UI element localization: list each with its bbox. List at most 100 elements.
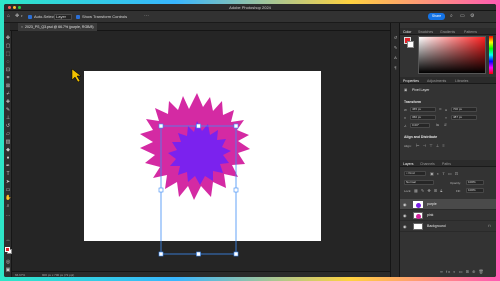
auto-select-checkbox[interactable]	[28, 15, 32, 19]
flip-vertical-icon[interactable]: ⇵	[444, 123, 447, 127]
tab-swatches[interactable]: Swatches	[418, 30, 433, 34]
character-icon[interactable]: A	[393, 55, 398, 60]
quick-mask-icon[interactable]: ◎	[5, 259, 11, 265]
transform-handle[interactable]	[158, 251, 164, 257]
link-icon[interactable]: ∞	[439, 107, 442, 111]
edit-toolbar-icon[interactable]: ↔	[5, 237, 11, 243]
hue-slider[interactable]	[489, 36, 493, 74]
path-select-tool-icon[interactable]: ➤	[5, 179, 11, 185]
screen-mode-icon[interactable]: ▣	[5, 267, 11, 273]
kind-filter-dropdown[interactable]: ⌕ Kind	[404, 171, 426, 176]
transform-handle[interactable]	[233, 251, 239, 257]
color-picker-field[interactable]	[418, 36, 486, 74]
show-transform-checkbox[interactable]	[76, 15, 80, 19]
tab-patterns[interactable]: Patterns	[464, 30, 477, 34]
auto-select-dropdown[interactable]: Layer	[54, 14, 72, 20]
tab-color[interactable]: Color	[403, 30, 411, 34]
gradient-tool-icon[interactable]: ▥	[5, 139, 11, 145]
marquee-tool-icon[interactable]: ⬚	[5, 51, 11, 57]
blend-mode-dropdown[interactable]: Normal	[404, 180, 434, 185]
move-tool-icon[interactable]: ✥	[5, 35, 11, 41]
layer-row-pink[interactable]: ◉ pink	[400, 210, 496, 221]
eraser-tool-icon[interactable]: ▱	[5, 131, 11, 137]
transform-handle[interactable]	[196, 251, 201, 257]
visibility-eye-icon[interactable]: ◉	[403, 224, 407, 229]
zoom-level[interactable]: 66.67%	[15, 273, 25, 277]
x-field[interactable]: 360 px	[410, 115, 436, 120]
canvas-area[interactable]	[12, 31, 390, 271]
layer-name[interactable]: pink	[427, 213, 433, 217]
zoom-tool-icon[interactable]: ⌕	[5, 203, 11, 209]
document-canvas[interactable]	[12, 31, 390, 271]
frame-tool-icon[interactable]: ⊠	[5, 83, 11, 89]
transform-handle[interactable]	[158, 123, 164, 129]
y-field[interactable]: 487 px	[451, 115, 477, 120]
brush-tool-icon[interactable]: ✎	[5, 107, 11, 113]
tab-adjustments[interactable]: Adjustments	[427, 79, 446, 83]
history-brush-tool-icon[interactable]: ↺	[5, 123, 11, 129]
lock-icon[interactable]: ⊓	[488, 224, 491, 228]
layer-filter-icons[interactable]: ▣ ◐ T ▭ ⊡	[430, 171, 459, 176]
share-button[interactable]: Share	[428, 13, 445, 20]
healing-brush-tool-icon[interactable]: ✚	[5, 99, 11, 105]
width-field[interactable]: 465 px	[410, 107, 436, 112]
eyedropper-tool-icon[interactable]: ⌿	[5, 91, 11, 97]
more-tools-icon[interactable]: ⋯	[5, 213, 11, 219]
tab-channels[interactable]: Channels	[420, 162, 435, 166]
layer-name[interactable]: purple	[427, 202, 437, 206]
close-tab-icon[interactable]: ×	[21, 25, 23, 29]
opacity-field[interactable]: 100%	[466, 180, 484, 185]
visibility-eye-icon[interactable]: ◉	[403, 213, 407, 218]
crop-tool-icon[interactable]: ⌗	[5, 75, 11, 81]
hand-tool-icon[interactable]: ✋	[5, 195, 11, 201]
document-tab[interactable]: × 2023_PS_Q3.psd @ 66.7% (purple, RGB/8)	[18, 23, 97, 31]
lock-label: Lock:	[404, 189, 412, 193]
angle-field[interactable]: 0.00°	[410, 123, 430, 128]
x-label: X	[404, 116, 407, 120]
workspace-icon[interactable]: ▭	[460, 14, 465, 19]
tab-libraries[interactable]: Libraries	[455, 79, 468, 83]
tab-layers[interactable]: Layers	[403, 162, 414, 166]
transform-handle[interactable]	[233, 187, 239, 193]
paragraph-icon[interactable]: ¶	[393, 65, 398, 70]
tab-properties[interactable]: Properties	[403, 79, 419, 83]
layer-row-purple[interactable]: ◉ purple	[400, 199, 496, 210]
transform-handle[interactable]	[233, 123, 239, 129]
shape-tool-icon[interactable]: ▭	[5, 187, 11, 193]
transform-handle[interactable]	[158, 187, 164, 193]
tab-paths[interactable]: Paths	[442, 162, 451, 166]
home-icon[interactable]: ⌂	[7, 14, 10, 19]
transform-handle[interactable]	[196, 123, 201, 129]
artboard-tool-icon[interactable]: ▢	[5, 43, 11, 49]
fill-field[interactable]: 100%	[466, 188, 484, 193]
lock-icons[interactable]: ▦ ✎ ✥ ⊞ 🔒︎	[414, 188, 443, 193]
align-options-icon[interactable]: ⋯	[144, 14, 149, 19]
x-value: 360 px	[412, 115, 422, 119]
height-label: H	[445, 108, 448, 112]
pen-tool-icon[interactable]: ✒	[5, 163, 11, 169]
chevron-down-icon[interactable]: ▾	[21, 14, 23, 19]
lasso-tool-icon[interactable]: ◌	[5, 59, 11, 65]
type-tool-icon[interactable]: T	[5, 171, 11, 177]
clone-stamp-tool-icon[interactable]: ⊥	[5, 115, 11, 121]
dodge-tool-icon[interactable]: ●	[5, 155, 11, 161]
object-select-tool-icon[interactable]: ⊡	[5, 67, 11, 73]
align-label: Align:	[404, 144, 412, 148]
history-icon[interactable]: ↺	[393, 35, 398, 40]
blur-tool-icon[interactable]: ◆	[5, 147, 11, 153]
background-chip[interactable]	[407, 41, 414, 48]
gear-icon[interactable]: ⚙	[470, 14, 474, 19]
foreground-color-swatch[interactable]	[5, 247, 10, 252]
properties-panel-tabs: Properties Adjustments Libraries	[400, 77, 496, 84]
layers-footer-icons[interactable]: ∞ fx ◐ ▭ ⊞ ⊕ 🗑︎	[440, 269, 485, 274]
align-buttons[interactable]: ⊢ ⊣ ⊤ ⊥ ≡	[416, 143, 446, 148]
tab-gradients[interactable]: Gradients	[440, 30, 455, 34]
brush-settings-icon[interactable]: ✎	[393, 45, 398, 50]
height-field[interactable]: 700 px	[451, 107, 477, 112]
layer-row-background[interactable]: ◉ Background ⊓	[400, 221, 496, 232]
search-icon[interactable]: ⌕	[450, 14, 453, 19]
move-tool-icon[interactable]: ✥	[15, 14, 19, 19]
layer-name[interactable]: Background	[427, 224, 446, 228]
flip-horizontal-icon[interactable]: ⇋	[436, 123, 439, 127]
visibility-eye-icon[interactable]: ◉	[403, 202, 407, 207]
